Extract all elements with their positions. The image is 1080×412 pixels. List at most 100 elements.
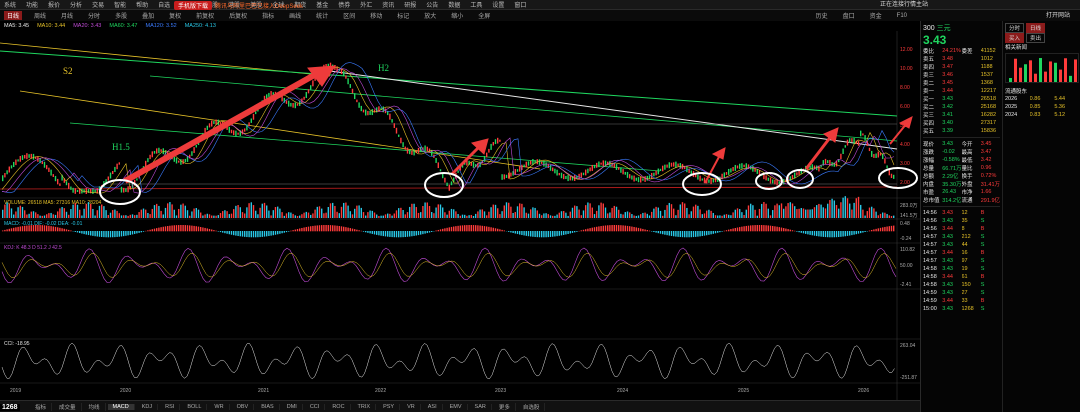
menu-item[interactable]: 工具 (470, 0, 482, 9)
toolbar-button[interactable]: 分时 (85, 11, 103, 20)
volume-bar (631, 214, 633, 218)
toolbar-button[interactable]: 标记 (394, 11, 412, 20)
indicator-tab[interactable]: DMI (282, 403, 303, 410)
candle (884, 158, 886, 164)
macd-bar (890, 225, 893, 232)
menu-item[interactable]: 分析 (70, 0, 82, 9)
indicator-tab[interactable]: PSY (378, 403, 401, 410)
toolbar-button[interactable]: 指标 (259, 11, 277, 20)
toolbar-button[interactable]: 区间 (340, 11, 358, 20)
menu-item[interactable]: 债券 (338, 0, 350, 9)
volume-bar (420, 212, 422, 218)
volume-bar (189, 215, 191, 218)
toolbar-button[interactable]: 后复权 (226, 11, 250, 20)
toolbar-right-button[interactable]: 资金 (867, 11, 885, 20)
indicator-tab[interactable]: 均线 (84, 402, 106, 411)
toolbar-right-button[interactable]: 盘口 (840, 11, 858, 20)
toolbar-button[interactable]: 月线 (58, 11, 76, 20)
toolbar-button[interactable]: 全屏 (475, 11, 493, 20)
indicator-tab[interactable]: 成交量 (54, 402, 82, 411)
indicator-tab[interactable]: BOLL (182, 403, 208, 410)
toolbar-button[interactable]: 叠加 (139, 11, 157, 20)
indicator-tab[interactable]: MACD (107, 403, 135, 410)
toolbar-button[interactable]: 缩小 (448, 11, 466, 20)
view-switch-button[interactable]: 日线 (1026, 23, 1046, 33)
kline-chart[interactable]: S2 H2 H1.5 12.00 10.00 8.00 6.00 5.00 4.00 3.0… (0, 31, 920, 402)
menu-item[interactable]: 帮助 (136, 0, 148, 9)
macd-bar (822, 231, 824, 237)
indicator-tab[interactable]: ASI (423, 403, 443, 410)
menu-item[interactable]: 资讯 (382, 0, 394, 9)
menu-item[interactable]: 窗口 (514, 0, 526, 9)
menu-item[interactable]: 报价 (48, 0, 60, 9)
view-switch-button[interactable]: 分时 (1005, 23, 1025, 33)
indicator-tab[interactable]: SAR (470, 403, 492, 410)
volume-bar (118, 213, 120, 218)
toolbar-button[interactable]: 前复权 (193, 11, 217, 20)
indicator-tab[interactable]: EMV (445, 403, 468, 410)
macd-bar (714, 231, 717, 234)
toolbar-button[interactable]: 复权 (166, 11, 184, 20)
toolbar-button[interactable]: 日线 (4, 11, 23, 20)
macd-bar (310, 226, 312, 232)
menu-item[interactable]: 系统 (4, 0, 16, 9)
candle (871, 150, 873, 157)
app-download-pill[interactable]: 手机版下载 (174, 0, 213, 10)
menu-item[interactable]: 公告 (426, 0, 438, 9)
toolbar-button[interactable]: 周线 (31, 11, 49, 20)
menu-item[interactable]: 智能 (114, 0, 126, 9)
indicator-tab[interactable]: CCI (305, 403, 326, 410)
menu-item[interactable]: 研报 (404, 0, 416, 9)
volume-bar (541, 215, 543, 218)
toolbar-button[interactable]: 移动 (367, 11, 385, 20)
news-title: 相关新闻 (1005, 45, 1028, 51)
menu-item[interactable]: 外汇 (360, 0, 372, 9)
macd-bar (68, 229, 70, 232)
quote-cell: 3.43 (942, 141, 953, 147)
news-headline[interactable]: 腾讯与阿里巴巴已接入DeepSeek (215, 1, 303, 10)
macd-bar (593, 227, 596, 232)
indicator-tab[interactable]: WR (209, 403, 230, 410)
macd-bar (664, 231, 666, 235)
indicator-tab[interactable]: VR (402, 403, 421, 410)
volume-bar (642, 212, 644, 218)
volume-bar (741, 212, 743, 218)
volume-bar (228, 214, 230, 218)
menu-item[interactable]: 自选 (158, 0, 170, 9)
toolbar-button[interactable]: 统计 (313, 11, 331, 20)
toolbar-button[interactable]: 画线 (286, 11, 304, 20)
news-ticker[interactable]: 手机版下载 腾讯与阿里巴巴已接入DeepSeek (170, 0, 307, 10)
indicator-tab[interactable]: TRIX (353, 403, 377, 410)
indicator-tab[interactable]: RSI (160, 403, 181, 410)
toolbar-button[interactable]: 放大 (421, 11, 439, 20)
menu-item[interactable]: 数据 (448, 0, 460, 9)
macd-bar (362, 231, 365, 232)
trade-button[interactable]: 买入 (1005, 33, 1025, 43)
macd-bar (450, 226, 453, 232)
indicator-tab[interactable]: BIAS (256, 403, 280, 410)
indicator-tab[interactable]: 更多 (494, 402, 516, 411)
menu-item[interactable]: 设置 (492, 0, 504, 9)
candle (255, 111, 257, 115)
menu-item[interactable]: 交易 (92, 0, 104, 9)
trade-button[interactable]: 卖出 (1026, 33, 1046, 43)
toolbar-right-button[interactable]: 历史 (813, 11, 831, 20)
candle (446, 182, 448, 187)
toolbar-button[interactable]: 多股 (112, 11, 130, 20)
indicator-tab[interactable]: ROC (327, 403, 351, 410)
indicator-tab[interactable]: OBV (232, 403, 255, 410)
volume-bar (866, 211, 868, 218)
indicator-tab[interactable]: KDJ (137, 403, 159, 410)
macd-bar (252, 231, 255, 238)
toolbar-right-button[interactable]: F10 (894, 13, 910, 19)
indicator-tab[interactable]: 自选股 (518, 402, 546, 411)
macd-bar (626, 225, 629, 232)
open-site-label[interactable]: 打开网站 (1046, 10, 1070, 19)
menu-item[interactable]: 功能 (26, 0, 38, 9)
macd-bar (805, 231, 807, 234)
price-tick: 2.00 (900, 180, 910, 186)
menu-item[interactable]: 基金 (316, 0, 328, 9)
indicator-tab[interactable]: 指标 (30, 402, 53, 411)
candle (120, 186, 123, 193)
volume-bar (712, 212, 714, 218)
